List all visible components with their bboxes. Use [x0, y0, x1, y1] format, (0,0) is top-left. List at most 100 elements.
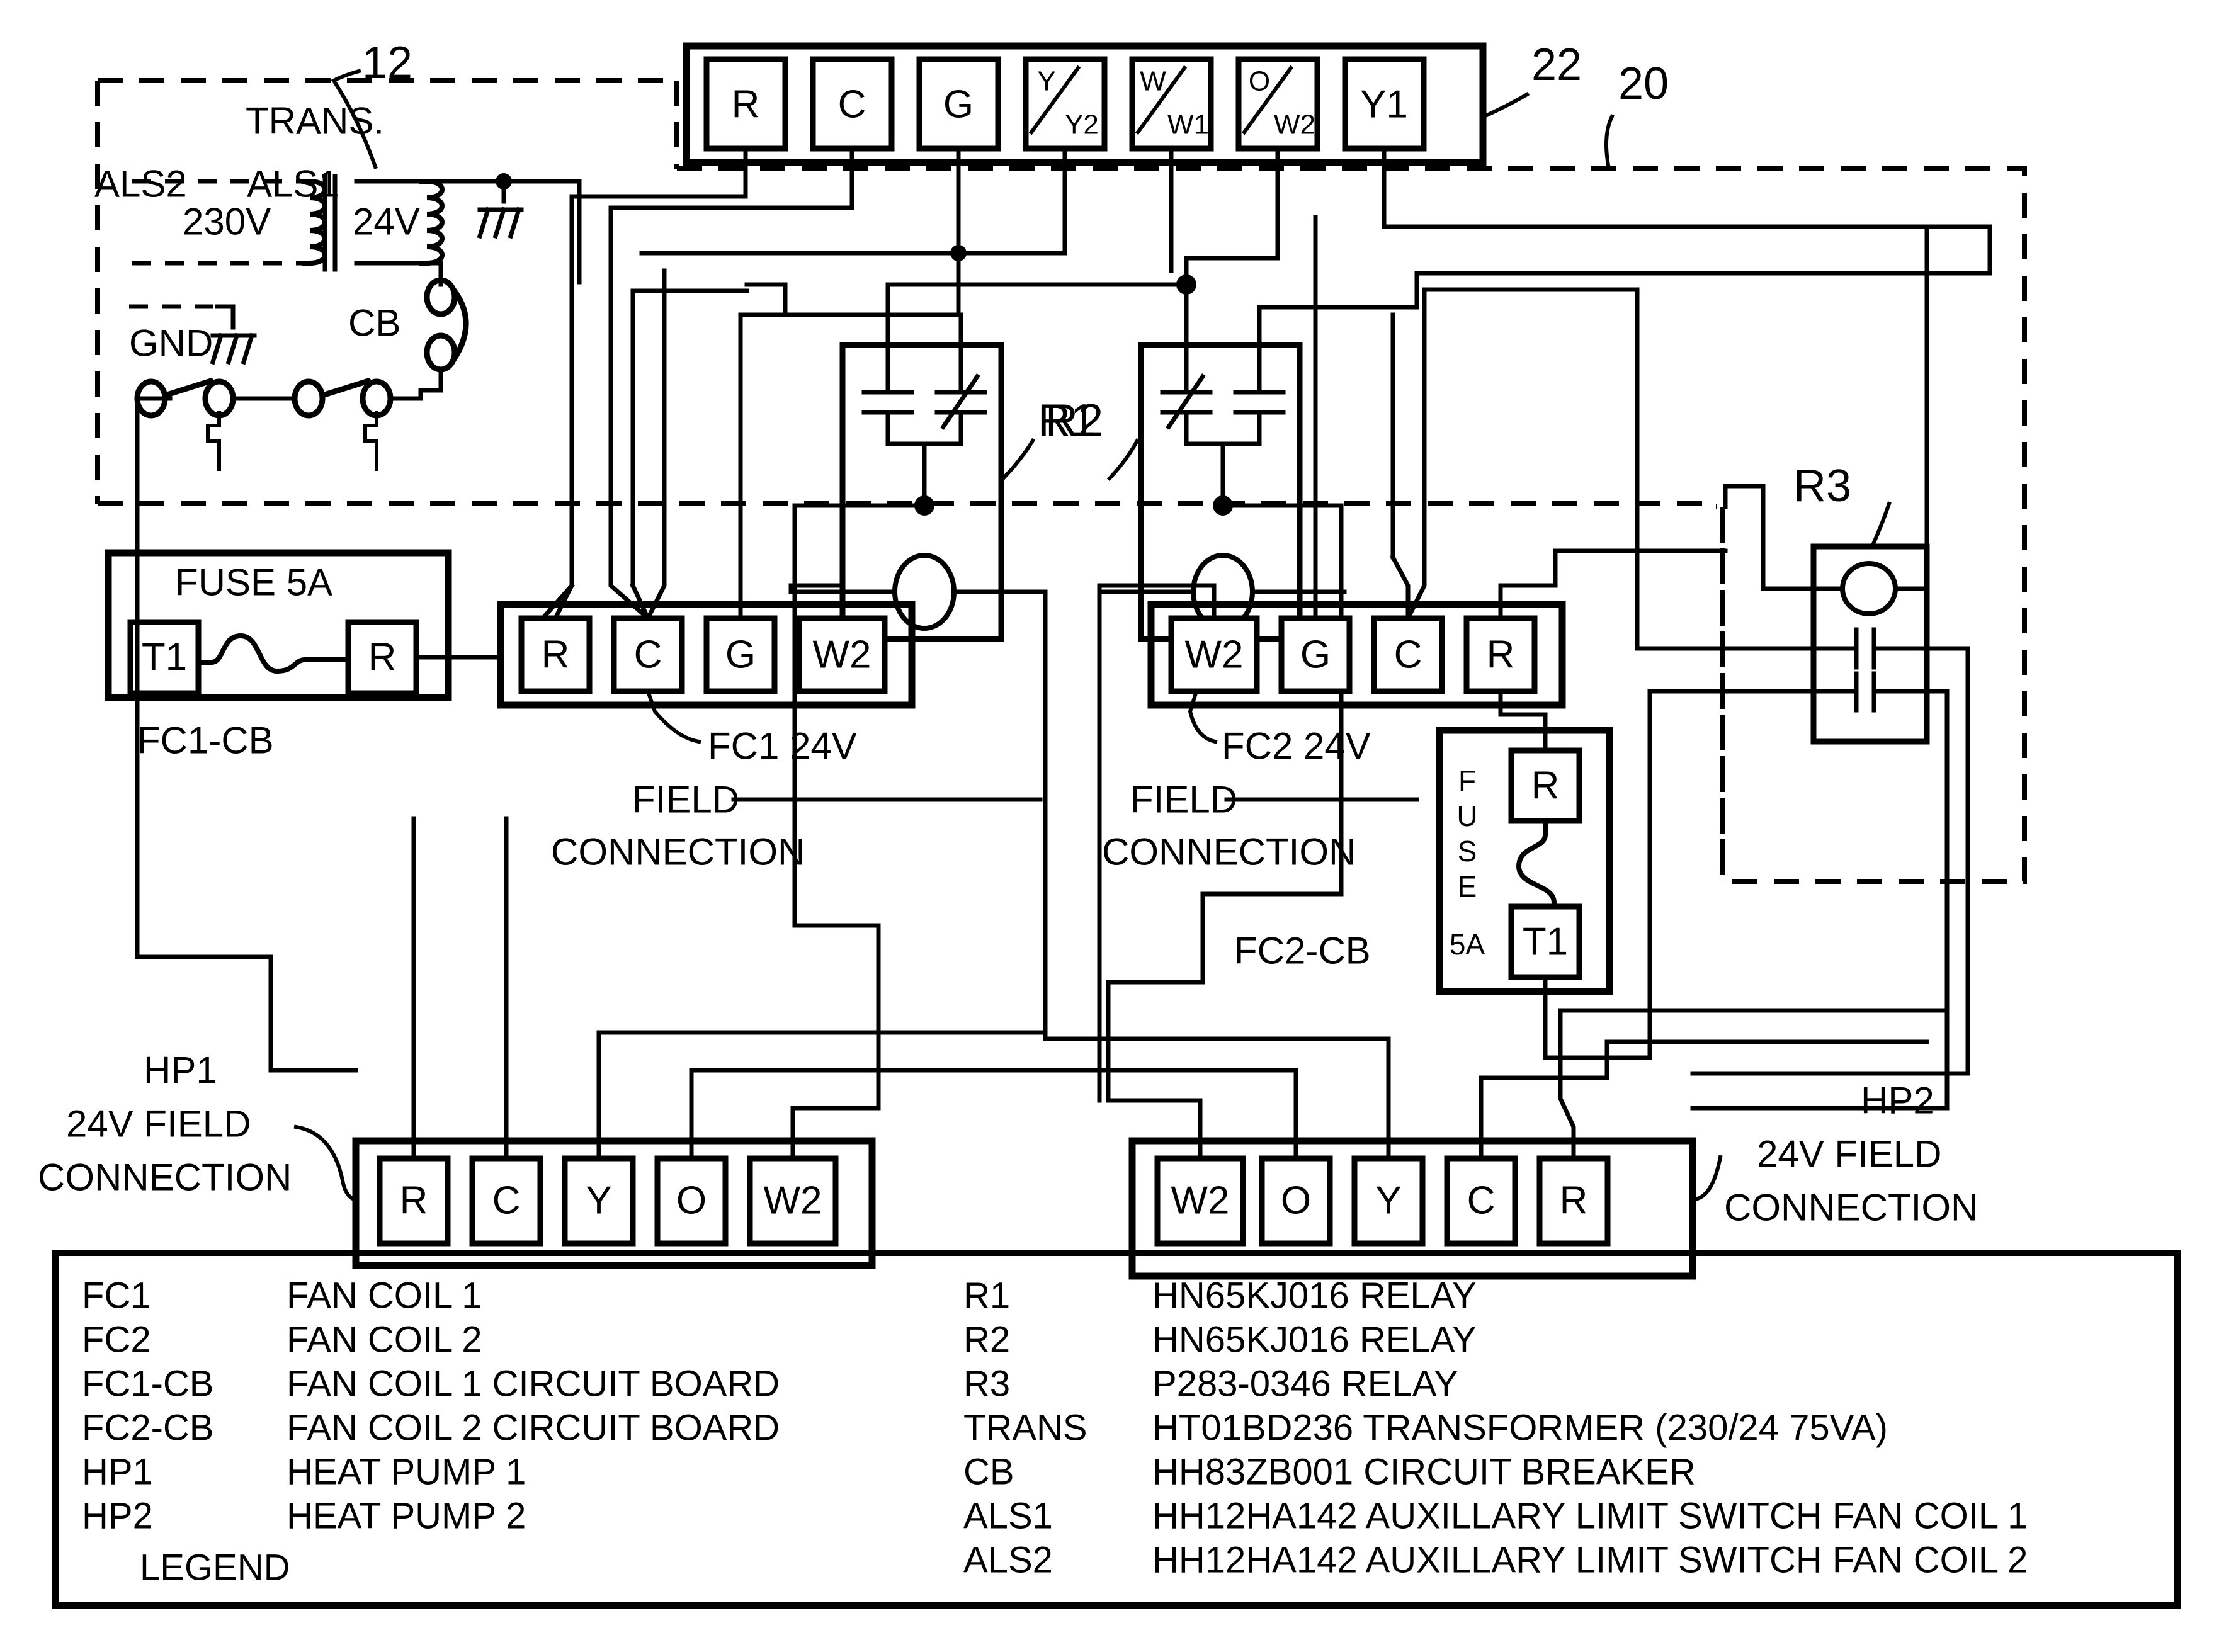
legend-left-desc-2: FAN COIL 1 CIRCUIT BOARD [287, 1364, 780, 1405]
legend-left-desc-1: FAN COIL 2 [287, 1320, 482, 1361]
legend-left-tag-1: FC2 [82, 1320, 151, 1361]
fc1-24v-terminal-label-2: G [725, 633, 756, 677]
legend-right-desc-5: HH12HA142 AUXILLARY LIMIT SWITCH FAN COI… [1152, 1496, 2028, 1537]
hp1-block: R C Y O W2 HP1 24V FIELD CONNECTION [38, 816, 966, 1269]
thermostat-terminal-label-3-top: Y [1037, 66, 1055, 97]
fc2-24v-caption: FC2 24V [1222, 725, 1371, 767]
hp2-terminal-label-3: C [1467, 1179, 1496, 1223]
hp1-caption-line1: HP1 [144, 1049, 217, 1092]
hp1-terminal-label-0: R [400, 1179, 428, 1223]
relay-r2-label: R2 [1045, 395, 1103, 446]
legend-left-tag-0: FC1 [82, 1276, 151, 1316]
relay-r3-label: R3 [1793, 461, 1851, 511]
ground-symbol-gnd [210, 332, 257, 365]
fc1-cb-caption: FC1-CB [137, 720, 274, 762]
legend-left-desc-4: HEAT PUMP 1 [287, 1452, 526, 1493]
fc1-field-line1: FIELD [632, 779, 739, 821]
cb-label: CB [348, 302, 400, 344]
transformer-group: TRANS. 230V 24V [132, 100, 582, 287]
legend-right-tag-0: R1 [963, 1276, 1010, 1316]
fc1-24v-caption: FC1 24V [708, 725, 857, 767]
thermostat-terminal-label-1: C [838, 83, 866, 127]
legend-left-desc-0: FAN COIL 1 [287, 1276, 482, 1316]
legend-right-desc-2: P283-0346 RELAY [1152, 1364, 1458, 1405]
fc1-cb-block: FUSE 5A T1 R FC1-CB [105, 549, 503, 959]
thermostat-terminal-label-5-bottom: W2 [1274, 110, 1315, 140]
fc2-cb-caption: FC2-CB [1234, 930, 1371, 972]
legend-right-tag-6: ALS2 [963, 1540, 1053, 1581]
wiring-diagram-page: 12 TRANS. 230V 24V GND CB ALS2 ALS1 R C … [0, 0, 2231, 1652]
thermostat-terminal-label-5-top: O [1249, 66, 1270, 97]
hp1-terminal-label-4: W2 [764, 1179, 822, 1223]
hp2-caption-line2: 24V FIELD [1757, 1133, 1941, 1175]
hp2-terminal-label-4: R [1560, 1179, 1588, 1223]
thermostat-block: R C G Y Y2 W W1 O W2 Y1 [683, 42, 1487, 166]
fc2-fuse-letter-0: F [1458, 764, 1476, 797]
fc1-24v-terminal-label-3: W2 [813, 633, 871, 677]
fc1-fuse-label: FUSE 5A [175, 562, 332, 604]
fc2-24v-terminal-label-0: W2 [1185, 633, 1244, 677]
fc2-cb-terminal-label-0: R [1531, 764, 1560, 808]
als1-label: ALS1 [247, 163, 339, 205]
legend-right-tag-1: R2 [963, 1320, 1010, 1361]
hp2-block: W2 O Y C R HP2 24V FIELD CONNECTION [961, 1008, 1978, 1280]
legend-right-desc-4: HH83ZB001 CIRCUIT BREAKER [1152, 1452, 1696, 1493]
legend-left-desc-3: FAN COIL 2 CIRCUIT BOARD [287, 1408, 780, 1449]
fc2-24v-block: W2 G C R FC2 24V FIELD CONNECTION [1097, 215, 1566, 873]
fc1-cb-terminal-label-1: R [368, 636, 397, 679]
fc2-fuse-letter-2: S [1458, 835, 1477, 868]
legend-left-tag-2: FC1-CB [82, 1364, 213, 1405]
legend-right-desc-6: HH12HA142 AUXILLARY LIMIT SWITCH FAN COI… [1152, 1540, 2028, 1581]
hp2-terminal-label-2: Y [1375, 1179, 1401, 1223]
thermostat-terminal-label-6: Y1 [1360, 83, 1408, 127]
legend-box: FC1 FAN COIL 1 FC2 FAN COIL 2 FC1-CB FAN… [52, 1250, 2181, 1609]
transformer-secondary-label: 24V [353, 201, 420, 243]
relay-r3-wiring [1635, 224, 1970, 1111]
hp1-terminal-label-3: O [676, 1179, 707, 1223]
ref-20-group: 20 [1604, 59, 1669, 171]
relay-r1: R1 [839, 342, 1096, 642]
hp2-terminal-label-1: O [1281, 1179, 1311, 1223]
hp2-terminal-label-0: W2 [1171, 1179, 1230, 1223]
fc2-fuse-amps: 5A [1450, 928, 1485, 961]
ref-number-22: 22 [1531, 40, 1582, 90]
thermostat-terminal-label-4-bottom: W1 [1167, 110, 1209, 140]
fc1-24v-terminal-label-1: C [634, 633, 662, 677]
ref-number-20: 20 [1618, 59, 1669, 109]
hp1-terminal-label-1: C [492, 1179, 521, 1223]
circuit-breaker-cb: CB [348, 277, 469, 393]
transformer-primary-label: 230V [183, 201, 271, 243]
hp1-caption-line2: 24V FIELD [66, 1103, 251, 1145]
als2-label: ALS2 [94, 163, 187, 205]
thermostat-terminal-label-0: R [732, 83, 760, 127]
legend-right-tag-3: TRANS [963, 1408, 1087, 1449]
fc2-24v-terminal-label-3: R [1487, 633, 1515, 677]
legend-left-desc-5: HEAT PUMP 2 [287, 1496, 526, 1537]
legend-title: LEGEND [140, 1547, 290, 1588]
hp2-caption-line3: CONNECTION [1724, 1187, 1978, 1229]
fc2-field-line2: CONNECTION [1102, 831, 1356, 873]
fc2-fuse-letter-3: E [1458, 870, 1477, 903]
legend-left-tag-3: FC2-CB [82, 1408, 213, 1449]
legend-right-desc-0: HN65KJ016 RELAY [1152, 1276, 1477, 1316]
fc2-fuse-letter-1: U [1456, 800, 1477, 832]
gnd-group: GND [129, 304, 257, 365]
fc1-cb-terminal-label-0: T1 [142, 636, 187, 679]
legend-left-tag-5: HP2 [82, 1496, 153, 1537]
legend-right-desc-1: HN65KJ016 RELAY [1152, 1320, 1477, 1361]
relay-r3: R3 [1793, 461, 1930, 745]
fc1-24v-terminal-label-0: R [542, 633, 570, 677]
ref-number-12: 12 [362, 38, 412, 88]
hp1-caption-line3: CONNECTION [38, 1157, 292, 1199]
fc2-cb-terminal-label-1: T1 [1523, 920, 1568, 964]
thermostat-terminal-label-3-bottom: Y2 [1065, 110, 1099, 140]
fc1-field-line2: CONNECTION [551, 831, 805, 873]
gnd-label: GND [129, 322, 213, 365]
ref-22-group: 22 [1482, 40, 1582, 119]
ground-symbol-secondary [477, 206, 524, 239]
transformer-title: TRANS. [246, 100, 384, 142]
wiring-diagram-svg: 12 TRANS. 230V 24V GND CB ALS2 ALS1 R C … [38, 38, 2181, 1609]
legend-right-tag-5: ALS1 [963, 1496, 1053, 1537]
hp1-terminal-label-2: Y [586, 1179, 611, 1223]
hp2-caption-line1: HP2 [1861, 1080, 1934, 1122]
